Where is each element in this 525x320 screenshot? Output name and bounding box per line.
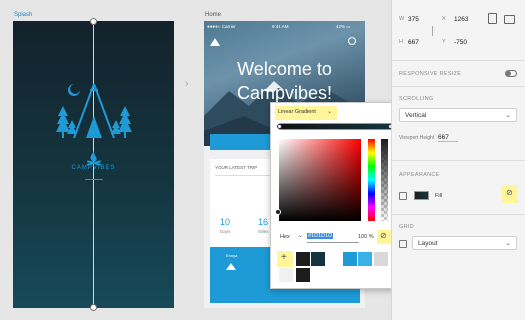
splash-brand-text: CAMPVIBES [71, 165, 116, 171]
splash-artboard[interactable]: CAMPVIBES [13, 18, 174, 311]
scrolling-select[interactable]: Vertical ⌄ [399, 108, 517, 122]
stat-miles-label: Miles [258, 229, 269, 234]
eyedropper-icon[interactable]: ⊘ [380, 231, 387, 240]
guide-handle-bottom[interactable] [90, 304, 97, 311]
appearance-label: APPEARANCE [399, 172, 440, 178]
saturation-field[interactable] [279, 139, 361, 221]
splash-artboard-label[interactable]: Splash [14, 12, 32, 18]
viewport-height-label: Viewport Height [399, 135, 435, 141]
guide-handle-top[interactable] [90, 18, 97, 25]
portrait-orientation-icon[interactable] [488, 13, 497, 24]
grid-label: GRID [399, 224, 414, 230]
swatch-dark-teal[interactable] [311, 252, 325, 266]
grid-type-select[interactable]: Layout ⌄ [412, 236, 517, 250]
format-chevron-icon[interactable]: ⌄ [298, 232, 303, 239]
color-picker-popup[interactable]: Linear Gradient ⌄ Hex ⌄ #1D1D1D 100 % ⊘ … [270, 102, 396, 289]
divider [392, 214, 525, 215]
search-icon[interactable] [348, 37, 356, 45]
latest-trip-card[interactable]: YOUR LATEST TRIP 10 Days 16 Miles [210, 159, 276, 259]
gradient-stop-left[interactable] [277, 124, 282, 129]
format-select[interactable]: Hex [280, 234, 290, 240]
hex-input[interactable]: #1D1D1D [307, 232, 359, 243]
width-field[interactable]: 375 [408, 16, 419, 23]
chevron-down-icon[interactable]: ⌄ [327, 108, 332, 115]
opacity-value[interactable]: 100 % [358, 234, 374, 240]
gradient-mode-select[interactable]: Linear Gradient [278, 109, 316, 115]
swatch-light-blue[interactable] [358, 252, 372, 266]
fill-label: Fill [435, 193, 443, 199]
opacity-slider[interactable] [381, 139, 388, 221]
mountain-icon [226, 263, 236, 270]
brand-underline [85, 179, 103, 180]
grid-type-value: Layout [418, 240, 438, 247]
divider [392, 60, 525, 61]
home-artboard-label[interactable]: Home [205, 12, 221, 18]
viewport-height-field[interactable]: 667 [438, 134, 458, 142]
property-inspector: W 375 X 1263 H 667 Y -750 RESPONSIVE RES… [391, 0, 525, 320]
scrolling-select-value: Vertical [405, 112, 427, 119]
gradient-bar[interactable] [279, 123, 391, 130]
y-field[interactable]: -750 [454, 39, 467, 46]
swatch-black-2[interactable] [296, 268, 310, 282]
primary-button[interactable] [210, 134, 276, 150]
y-label: Y [442, 39, 446, 45]
hue-slider[interactable] [368, 139, 375, 221]
latest-trip-label: YOUR LATEST TRIP [215, 165, 258, 170]
width-label: W [399, 16, 405, 22]
fill-checkbox[interactable] [399, 192, 407, 200]
x-field[interactable]: 1263 [454, 16, 468, 23]
link-dimensions-icon[interactable] [432, 26, 433, 36]
height-label: H [399, 39, 404, 45]
card-divider [215, 175, 271, 176]
welcome-heading: Welcome to [237, 59, 332, 79]
chevron-down-icon: ⌄ [505, 112, 511, 119]
x-label: X [442, 16, 446, 22]
eyedropper-icon[interactable]: ⊘ [506, 188, 513, 197]
app-logo-icon[interactable] [210, 38, 220, 46]
stat-days-value: 10 [220, 217, 231, 227]
card-label: Ennya [226, 253, 238, 258]
swatch-blue[interactable] [343, 252, 357, 266]
divider [392, 160, 525, 161]
status-time: 9:41 AM [272, 24, 289, 29]
status-carrier: ●●●●○ Carrier [207, 24, 236, 29]
chevron-down-icon: ⌄ [505, 240, 511, 247]
swatch-gray[interactable] [374, 252, 388, 266]
swatch-light[interactable] [279, 268, 293, 282]
responsive-resize-toggle[interactable] [505, 70, 517, 77]
fill-swatch[interactable] [414, 191, 429, 200]
landscape-orientation-icon[interactable] [504, 15, 515, 24]
swatch-black[interactable] [296, 252, 310, 266]
stat-days-label: Days [220, 229, 231, 234]
status-battery: 42% ▭ [336, 24, 351, 29]
flow-arrow-icon: › [185, 78, 189, 90]
hex-value: #1D1D1D [307, 233, 334, 239]
stat-miles-value: 16 [258, 217, 269, 227]
add-swatch-button[interactable]: + [281, 252, 287, 263]
app-name-heading: Campvibes! [236, 83, 333, 103]
responsive-resize-label: RESPONSIVE RESIZE [399, 71, 462, 77]
saturation-handle[interactable] [275, 209, 281, 215]
grid-checkbox[interactable] [399, 240, 407, 248]
height-field[interactable]: 667 [408, 39, 419, 46]
scrolling-label: SCROLLING [399, 96, 434, 102]
divider [392, 86, 525, 87]
